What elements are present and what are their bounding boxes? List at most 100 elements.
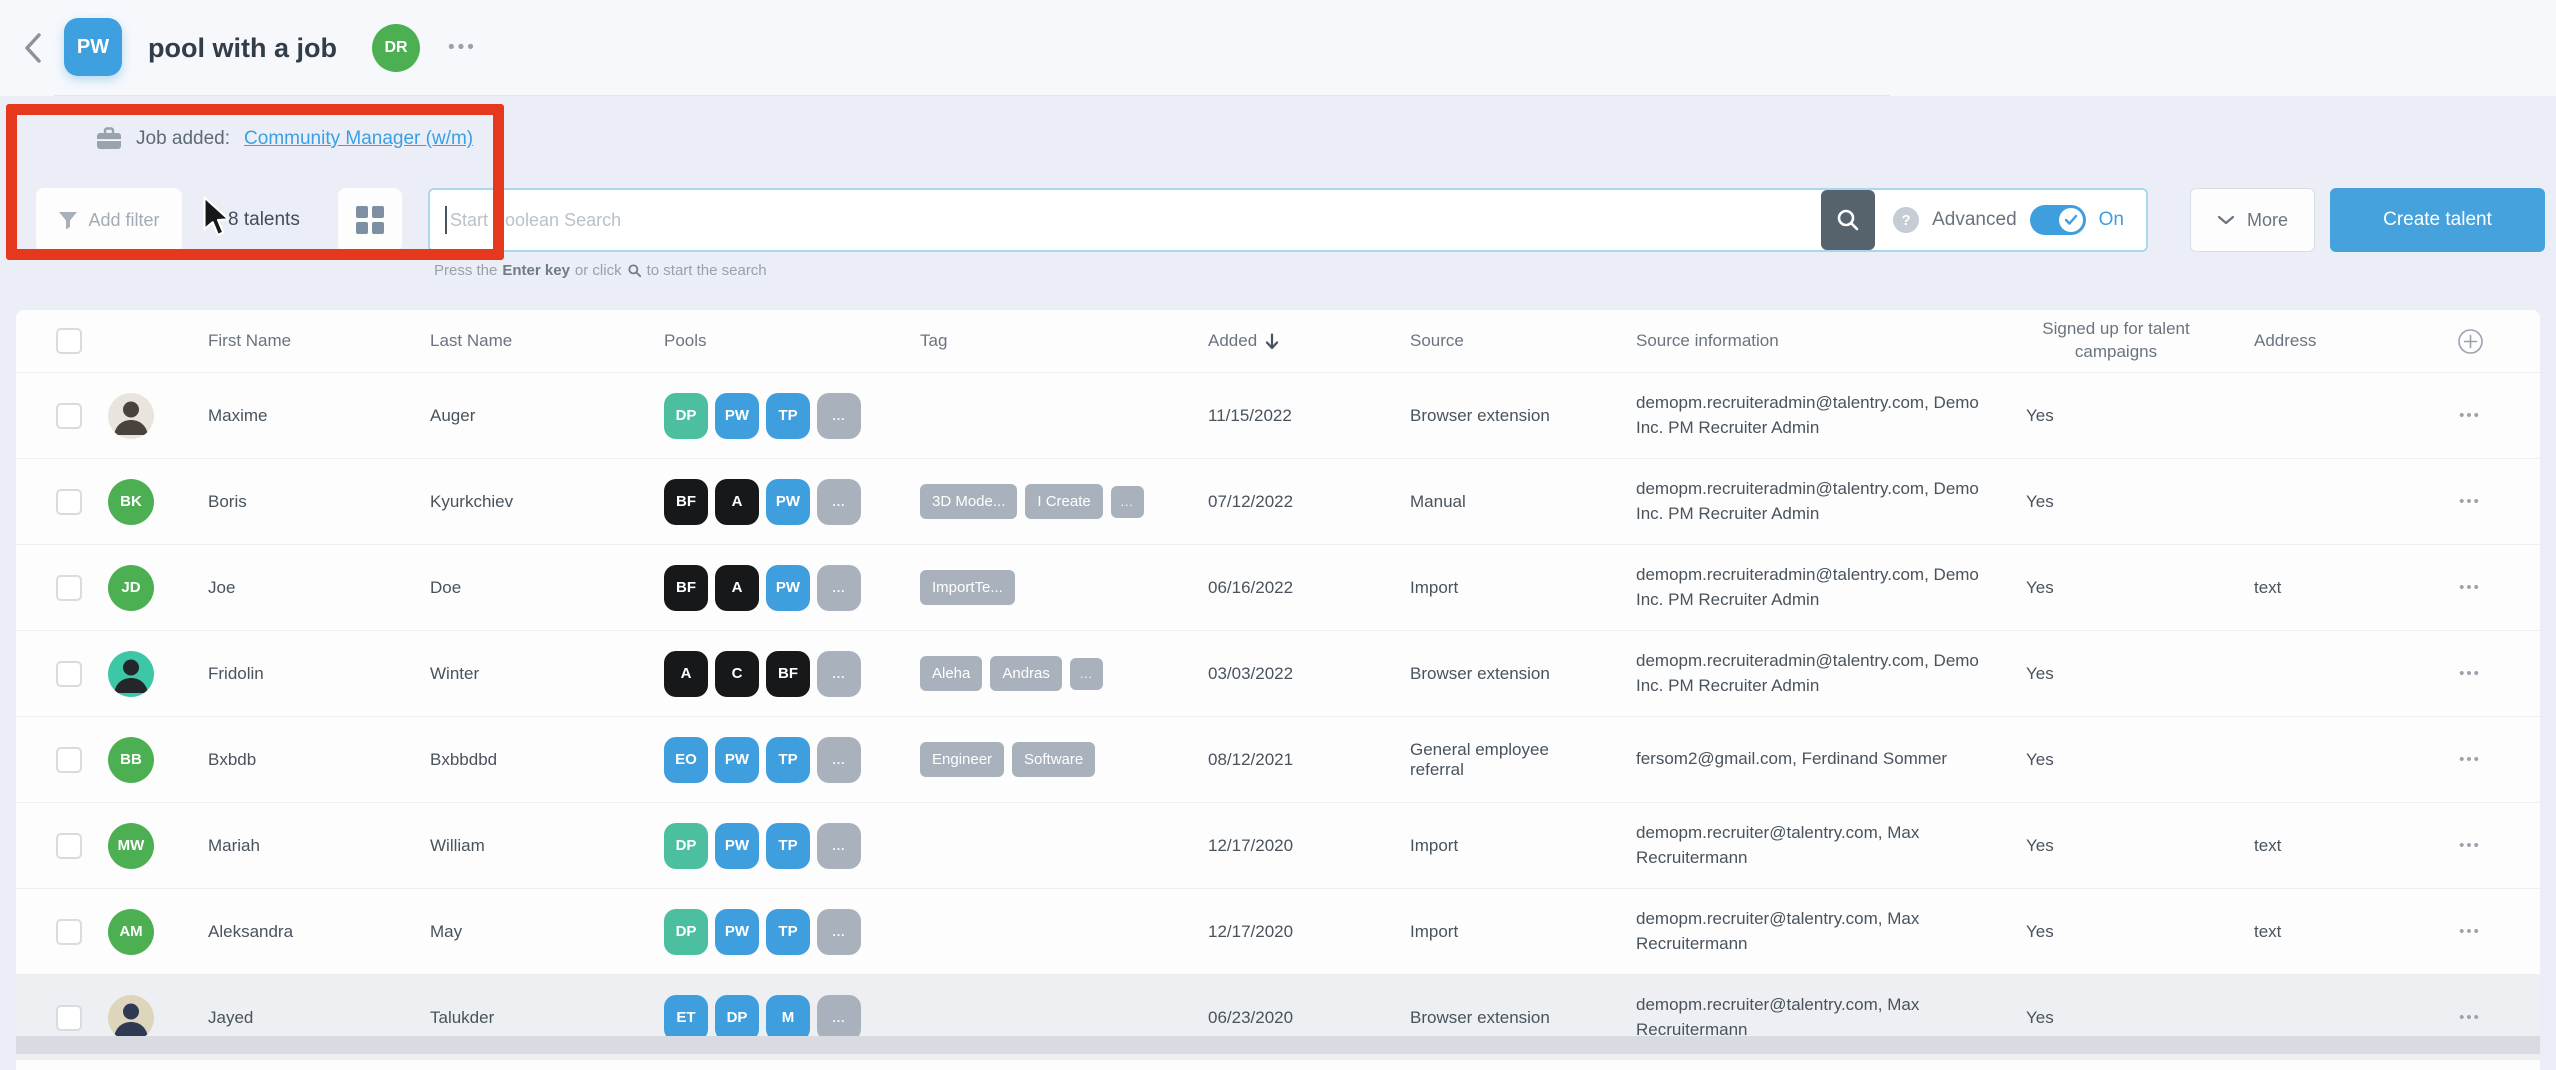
row-actions-button[interactable]: ••• [2459, 665, 2481, 682]
table-row[interactable]: MaximeAugerDPPWTP...11/15/2022Browser ex… [16, 372, 2540, 458]
grid-view-button[interactable] [338, 188, 402, 252]
plus-circle-icon [2457, 328, 2484, 355]
row-actions-button[interactable]: ••• [2459, 923, 2481, 940]
cell-pools: BFAPW... [634, 479, 890, 525]
pool-badge[interactable]: ET [664, 995, 708, 1041]
search-input[interactable] [430, 190, 1821, 250]
pool-badge[interactable]: PW [715, 909, 759, 955]
header-pools[interactable]: Pools [634, 331, 890, 351]
tag-chip: ImportTe... [920, 570, 1015, 605]
pool-overflow-button[interactable]: ... [817, 995, 861, 1041]
pool-badge[interactable]: PW [715, 823, 759, 869]
row-actions-button[interactable]: ••• [2459, 493, 2481, 510]
pool-badge[interactable]: EO [664, 737, 708, 783]
row-checkbox[interactable] [56, 1005, 82, 1031]
pool-overflow-button[interactable]: ... [817, 909, 861, 955]
pool-badge[interactable]: A [664, 651, 708, 697]
cell-signed-up: Yes [1996, 922, 2224, 942]
row-actions-button[interactable]: ••• [2459, 751, 2481, 768]
filter-funnel-icon [58, 211, 78, 230]
row-checkbox[interactable] [56, 919, 82, 945]
pool-overflow-button[interactable]: ... [817, 737, 861, 783]
table-row[interactable]: AMAleksandraMayDPPWTP...12/17/2020Import… [16, 888, 2540, 974]
pool-badge[interactable]: TP [766, 909, 810, 955]
pool-badge[interactable]: TP [766, 393, 810, 439]
header-source[interactable]: Source [1380, 331, 1606, 351]
cell-first-name: Joe [172, 578, 394, 598]
cell-first-name: Fridolin [172, 664, 394, 684]
pool-avatar-badge: PW [64, 18, 122, 76]
header-add-column[interactable] [2400, 328, 2540, 355]
header-source-information[interactable]: Source information [1606, 329, 1996, 354]
pool-badge[interactable]: BF [664, 479, 708, 525]
pool-badge[interactable]: DP [664, 909, 708, 955]
row-checkbox[interactable] [56, 661, 82, 687]
more-button[interactable]: More [2190, 188, 2315, 252]
cell-added: 12/17/2020 [1188, 836, 1380, 856]
header-address[interactable]: Address [2224, 331, 2400, 351]
pool-badge[interactable]: PW [715, 393, 759, 439]
pool-badge[interactable]: PW [715, 737, 759, 783]
pool-overflow-button[interactable]: ... [817, 393, 861, 439]
pool-badge[interactable]: M [766, 995, 810, 1041]
pool-badge[interactable]: BF [766, 651, 810, 697]
avatar [108, 393, 154, 439]
create-talent-button[interactable]: Create talent [2330, 188, 2545, 252]
header-last-name[interactable]: Last Name [394, 331, 634, 351]
pool-badge[interactable]: TP [766, 823, 810, 869]
advanced-toggle[interactable] [2030, 205, 2086, 235]
row-checkbox[interactable] [56, 833, 82, 859]
select-all-checkbox[interactable] [56, 328, 82, 354]
avatar [108, 651, 154, 697]
table-row[interactable]: JDJoeDoeBFAPW...ImportTe...06/16/2022Imp… [16, 544, 2540, 630]
header-tag[interactable]: Tag [890, 331, 1188, 351]
cell-avatar: MW [82, 823, 172, 869]
cell-source-information: demopm.recruiter@talentry.com, Max Recru… [1606, 907, 1996, 956]
row-actions-button[interactable]: ••• [2459, 1009, 2481, 1026]
header-first-name[interactable]: First Name [172, 331, 394, 351]
pool-overflow-button[interactable]: ... [817, 823, 861, 869]
pool-overflow-button[interactable]: ... [817, 651, 861, 697]
row-checkbox[interactable] [56, 489, 82, 515]
pool-badge[interactable]: A [715, 479, 759, 525]
header-added[interactable]: Added [1188, 331, 1380, 351]
pool-badge[interactable]: A [715, 565, 759, 611]
cell-last-name: Winter [394, 664, 634, 684]
header-signed-up[interactable]: Signed up for talent campaigns [1996, 318, 2224, 364]
add-filter-button[interactable]: Add filter [36, 188, 182, 252]
pool-badge[interactable]: TP [766, 737, 810, 783]
row-actions-button[interactable]: ••• [2459, 407, 2481, 424]
table-row[interactable]: MWMariahWilliamDPPWTP...12/17/2020Import… [16, 802, 2540, 888]
pool-badge[interactable]: C [715, 651, 759, 697]
cell-checkbox [16, 575, 82, 601]
table-row[interactable]: BKBorisKyurkchievBFAPW...3D Mode...I Cre… [16, 458, 2540, 544]
pool-badge[interactable]: BF [664, 565, 708, 611]
pool-badge[interactable]: DP [715, 995, 759, 1041]
cell-source: Import [1380, 578, 1606, 598]
cell-tags: AlehaAndras... [890, 656, 1188, 691]
tag-chip: Engineer [920, 742, 1004, 777]
header-options-button[interactable]: ••• [448, 30, 477, 66]
row-checkbox[interactable] [56, 747, 82, 773]
pool-badge[interactable]: PW [766, 479, 810, 525]
pool-badge[interactable]: DP [664, 823, 708, 869]
row-actions-button[interactable]: ••• [2459, 837, 2481, 854]
cell-pools: DPPWTP... [634, 823, 890, 869]
person-photo-icon [108, 995, 154, 1041]
row-actions-button[interactable]: ••• [2459, 579, 2481, 596]
pool-overflow-button[interactable]: ... [817, 565, 861, 611]
help-icon[interactable]: ? [1893, 207, 1919, 233]
job-added-link[interactable]: Community Manager (w/m) [244, 128, 473, 150]
bottom-edge-strip [16, 1036, 2540, 1054]
table-row[interactable]: FridolinWinterACBF...AlehaAndras...03/03… [16, 630, 2540, 716]
table-row[interactable]: BBBxbdbBxbbdbdEOPWTP...EngineerSoftware0… [16, 716, 2540, 802]
row-checkbox[interactable] [56, 403, 82, 429]
text-caret [445, 206, 447, 234]
pool-badge[interactable]: DP [664, 393, 708, 439]
cell-added: 08/12/2021 [1188, 750, 1380, 770]
pool-badge[interactable]: PW [766, 565, 810, 611]
search-button[interactable] [1821, 190, 1875, 250]
pool-overflow-button[interactable]: ... [817, 479, 861, 525]
row-checkbox[interactable] [56, 575, 82, 601]
back-button[interactable] [20, 30, 46, 66]
